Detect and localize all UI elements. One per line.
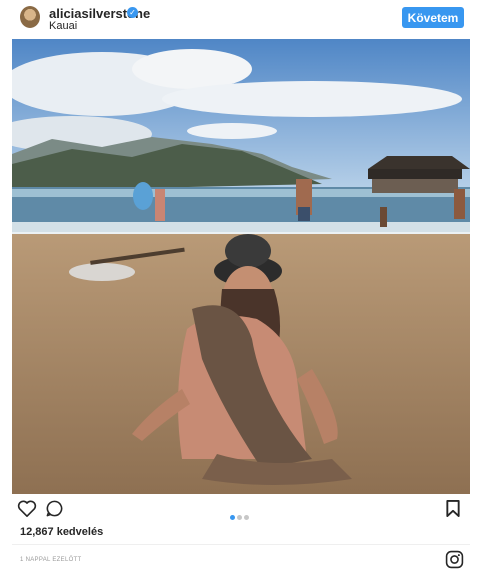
- carousel-indicator: [230, 507, 251, 525]
- comment-icon[interactable]: [45, 499, 64, 523]
- carousel-dot-active: [230, 515, 235, 520]
- divider: [12, 544, 470, 545]
- heart-icon[interactable]: [17, 499, 37, 522]
- follow-button[interactable]: Követem: [402, 7, 464, 28]
- instagram-icon[interactable]: [445, 550, 464, 574]
- location-link[interactable]: Kauai: [49, 20, 77, 32]
- action-bar: [0, 497, 477, 523]
- post-header: aliciasilverstone ✓ Kauai Követem: [0, 0, 477, 36]
- bookmark-icon[interactable]: [446, 500, 460, 522]
- carousel-dot: [237, 515, 242, 520]
- verified-badge-icon: ✓: [127, 7, 138, 18]
- post-timestamp[interactable]: 1 NAPPAL EZELŐTT: [20, 557, 81, 563]
- likes-count[interactable]: 12,867 kedvelés: [20, 526, 103, 538]
- post-photo[interactable]: [12, 39, 470, 494]
- avatar[interactable]: [20, 6, 40, 28]
- beach-photo-image: [12, 39, 470, 494]
- carousel-dot: [244, 515, 249, 520]
